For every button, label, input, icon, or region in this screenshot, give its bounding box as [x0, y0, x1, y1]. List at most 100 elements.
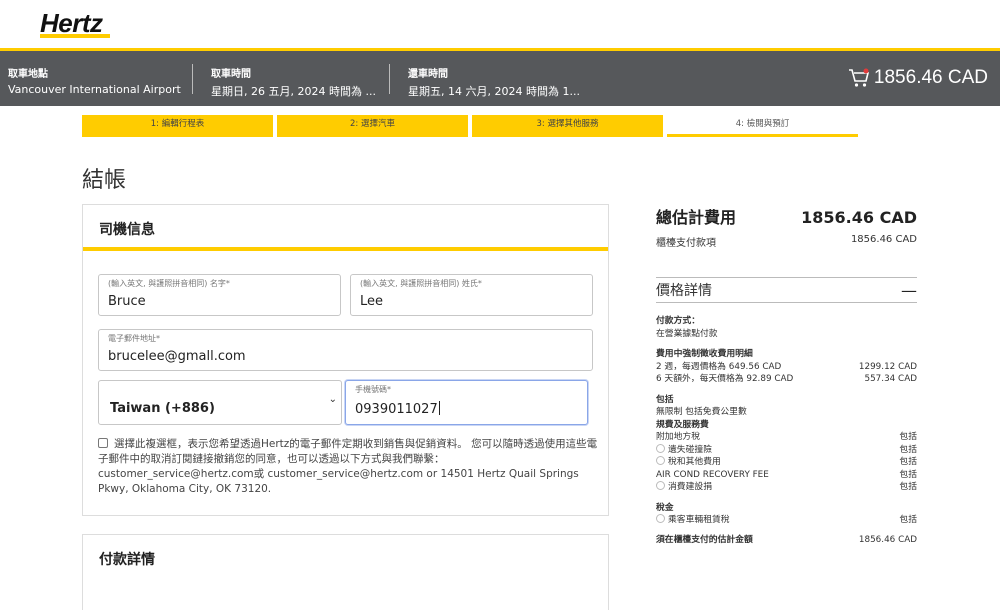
pickup-time-label: 取車時間: [211, 69, 251, 80]
reservation-summary-bar: 取車地點 Vancouver International Airport 取車時…: [0, 48, 1000, 106]
fees-label: 規費及服務費: [656, 419, 709, 430]
included-label: 包括: [656, 394, 674, 405]
counter-payment-row: 櫃檯支付款項 1856.46 CAD: [656, 234, 917, 249]
pickup-location-label: 取車地點: [8, 69, 48, 80]
chevron-down-icon: ⌄: [328, 394, 337, 405]
marketing-consent: 選擇此複選框，表示您希望透過Hertz的電子郵件定期收到銷售與促銷資料。 您可以…: [98, 437, 598, 497]
return-time[interactable]: 還車時間 星期五, 14 六月, 2024 時間為 1...: [408, 65, 580, 99]
total-estimate-label: 總估計費用: [656, 208, 737, 227]
fee-value: 包括: [899, 457, 917, 467]
pickup-location-value: Vancouver International Airport: [8, 83, 181, 96]
fee-value: 包括: [899, 444, 917, 455]
rate-line: 2 週，每週價格為 649.56 CAD 1299.12 CAD: [656, 361, 917, 374]
total-estimate-row: 總估計費用 1856.46 CAD: [656, 204, 917, 228]
info-icon[interactable]: [656, 443, 665, 453]
amount-due-value: 1856.46 CAD: [858, 534, 917, 545]
fee-row: 消費建設捐 包括: [656, 481, 917, 494]
payment-method-label: 付款方式：: [656, 316, 700, 326]
step-extras[interactable]: 3: 選擇其他服務: [472, 115, 663, 137]
daily-rate-label: 6 天額外，每天價格為 92.89 CAD: [656, 374, 794, 384]
fee-value: 包括: [899, 482, 917, 492]
progress-steps: 1: 編輯行程表 2: 選擇汽車 3: 選擇其他服務 4: 檢閱與預訂: [82, 115, 858, 137]
pickup-time[interactable]: 取車時間 星期日, 26 五月, 2024 時間為 ...: [211, 65, 376, 99]
included-block: 包括 無限制 包括免費公里數 規費及服務費 附加地方稅 包括 遺失碰撞險 包括 …: [656, 394, 917, 494]
fee-row: AIR COND RECOVERY FEE 包括: [656, 469, 917, 482]
fee-value: 包括: [899, 432, 917, 442]
total-estimate-value: 1856.46 CAD: [801, 208, 917, 227]
fee-label: 消費建設捐: [668, 482, 712, 492]
counter-payment-value: 1856.46 CAD: [850, 234, 917, 245]
rate-line: 6 天額外，每天價格為 92.89 CAD 557.34 CAD: [656, 373, 917, 386]
payment-method-value: 在營業據點付款: [656, 328, 718, 339]
last-name-field[interactable]: (輸入英文, 與護照拼音相同) 姓氏* Lee: [350, 274, 593, 316]
weekly-rate-value: 1299.12 CAD: [858, 361, 917, 372]
price-summary-panel: 總估計費用 1856.46 CAD 櫃檯支付款項 1856.46 CAD 價格詳…: [656, 204, 917, 546]
step-itinerary[interactable]: 1: 編輯行程表: [82, 115, 273, 137]
consent-checkbox[interactable]: [98, 438, 108, 448]
fee-row: 遺失碰撞險 包括: [656, 443, 917, 457]
country-code-select[interactable]: Taiwan (+886) ⌄: [98, 380, 342, 425]
last-name-label: (輸入英文, 與護照拼音相同) 姓氏*: [360, 279, 482, 288]
counter-payment-label: 櫃檯支付款項: [656, 238, 716, 249]
tax-item-label: 乘客車輛租賃稅: [668, 515, 730, 525]
tax-item-value: 包括: [899, 515, 917, 525]
info-icon[interactable]: [656, 514, 665, 523]
last-name-value: Lee: [360, 294, 384, 309]
amount-due-label: 須在櫃檯支付的估計金額: [656, 534, 753, 545]
info-icon[interactable]: [656, 481, 665, 490]
payment-method-block: 付款方式： 在營業據點付款: [656, 315, 917, 340]
payment-details-heading: 付款詳情: [99, 552, 155, 568]
driver-info-card: 司機信息 (輸入英文, 與護照拼音相同) 名字* Bruce (輸入英文, 與護…: [82, 204, 609, 516]
first-name-label: (輸入英文, 與護照拼音相同) 名字*: [108, 279, 230, 288]
email-label: 電子郵件地址*: [108, 334, 160, 343]
cart-button[interactable]: 1856.46 CAD: [848, 67, 988, 89]
return-time-label: 還車時間: [408, 69, 448, 80]
info-icon[interactable]: [656, 456, 665, 465]
logo-underline: [40, 34, 110, 38]
step-choose-car[interactable]: 2: 選擇汽車: [277, 115, 468, 137]
fee-label: AIR COND RECOVERY FEE: [656, 469, 769, 480]
pickup-location[interactable]: 取車地點 Vancouver International Airport: [8, 65, 181, 96]
amount-due-block: 須在櫃檯支付的估計金額 1856.46 CAD: [656, 534, 917, 547]
text-cursor: [438, 401, 440, 415]
return-time-value: 星期五, 14 六月, 2024 時間為 1...: [408, 85, 580, 98]
cart-total: 1856.46 CAD: [873, 67, 988, 88]
tax-block: 稅金 乘客車輛租賃稅 包括: [656, 502, 917, 527]
tax-label: 稅金: [656, 502, 674, 513]
driver-info-heading: 司機信息: [83, 205, 608, 251]
first-name-value: Bruce: [108, 294, 146, 309]
phone-value: 0939011027: [355, 402, 438, 417]
collapse-icon: —: [901, 280, 917, 300]
first-name-field[interactable]: (輸入英文, 與護照拼音相同) 名字* Bruce: [98, 274, 341, 316]
shopping-cart-icon: [848, 68, 869, 87]
consent-text: 選擇此複選框，表示您希望透過Hertz的電子郵件定期收到銷售與促銷資料。 您可以…: [98, 438, 598, 495]
step-review-book: 4: 檢閱與預訂: [667, 115, 858, 137]
mandatory-fees-label: 費用中強制徵收費用明細: [656, 349, 753, 359]
mandatory-fees-block: 費用中強制徵收費用明細 2 週，每週價格為 649.56 CAD 1299.12…: [656, 348, 917, 386]
pickup-time-value: 星期日, 26 五月, 2024 時間為 ...: [211, 85, 376, 98]
fee-row: 附加地方稅 包括: [656, 431, 917, 444]
price-details-label: 價格詳情: [656, 283, 712, 299]
fee-row: 稅和其他費用 包括: [656, 456, 917, 469]
payment-details-card: 付款詳情: [82, 534, 609, 610]
phone-value-wrap: 0939011027: [355, 401, 440, 417]
fee-label: 稅和其他費用: [668, 457, 721, 467]
top-bar: Hertz: [0, 0, 1000, 48]
divider: [192, 64, 193, 94]
amount-due-row: 須在櫃檯支付的估計金額 1856.46 CAD: [656, 534, 917, 547]
unlimited-mileage: 無限制 包括免費公里數: [656, 407, 747, 417]
fee-label: 遺失碰撞險: [668, 444, 712, 455]
phone-label: 手機號碼*: [355, 385, 391, 394]
price-details-toggle[interactable]: 價格詳情 —: [656, 277, 917, 303]
tax-row: 乘客車輛租賃稅 包括: [656, 514, 917, 527]
page-title: 結帳: [82, 168, 127, 193]
daily-rate-value: 557.34 CAD: [864, 374, 917, 384]
email-field[interactable]: 電子郵件地址* brucelee@gmall.com: [98, 329, 593, 371]
phone-field[interactable]: 手機號碼* 0939011027: [345, 380, 588, 425]
divider: [389, 64, 390, 94]
fee-value: 包括: [899, 469, 917, 480]
weekly-rate-label: 2 週，每週價格為 649.56 CAD: [656, 361, 782, 372]
fee-label: 附加地方稅: [656, 432, 700, 442]
country-code-value: Taiwan (+886): [110, 401, 215, 416]
email-value: brucelee@gmall.com: [108, 349, 246, 364]
